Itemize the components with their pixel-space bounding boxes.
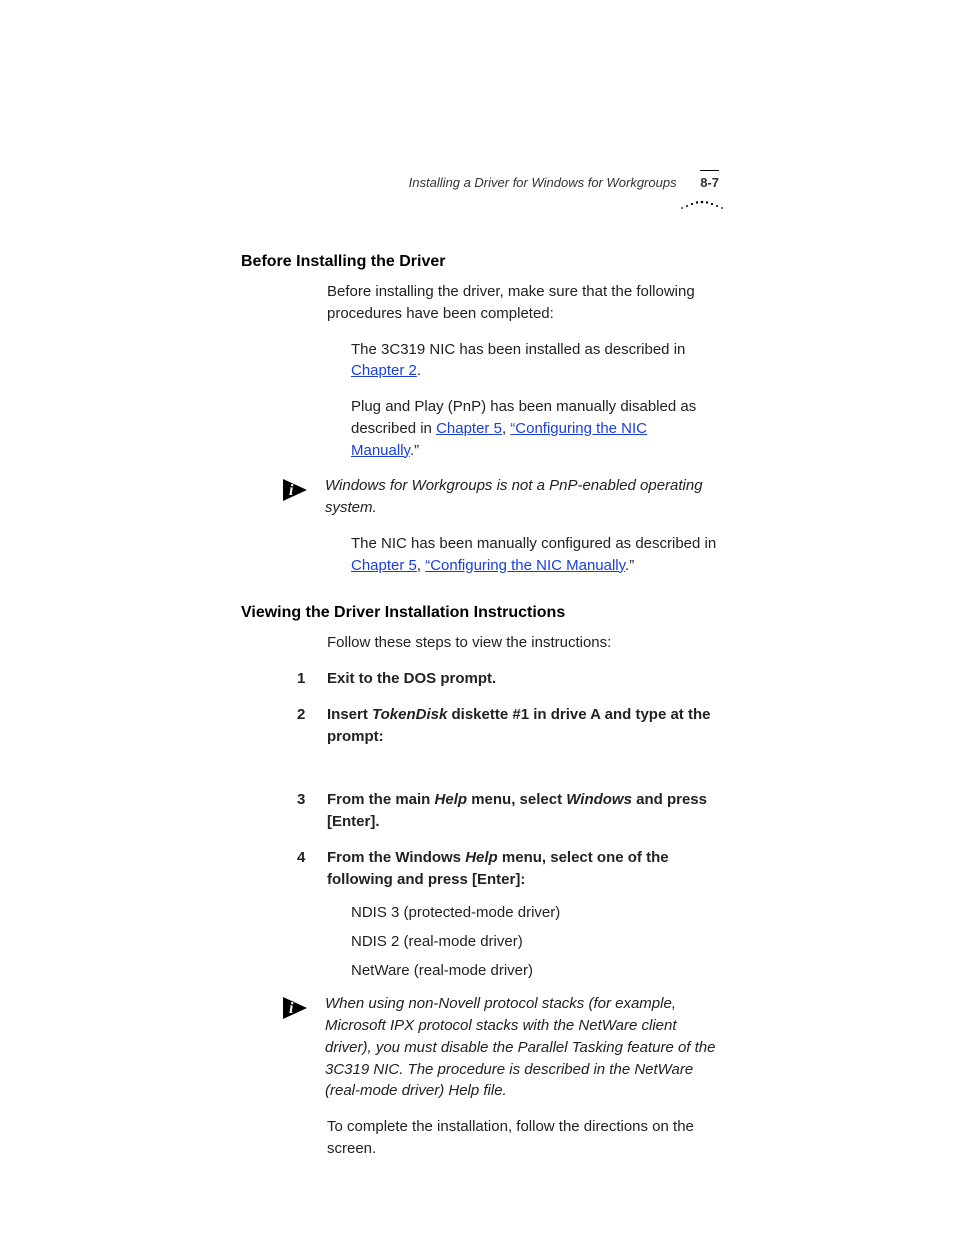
link-chapter-5-a[interactable]: Chapter 5	[436, 420, 502, 437]
running-header: Installing a Driver for Windows for Work…	[409, 170, 719, 190]
running-title: Installing a Driver for Windows for Work…	[409, 175, 677, 190]
step-1: Exit to the DOS prompt.	[297, 668, 719, 690]
prereq-item-3: The NIC has been manually configured as …	[351, 533, 719, 577]
link-chapter-2[interactable]: Chapter 2	[351, 362, 417, 379]
step-3: From the main Help menu, select Windows …	[297, 789, 719, 833]
steps-list: Exit to the DOS prompt. Insert TokenDisk…	[297, 668, 719, 890]
svg-text:i: i	[289, 1000, 294, 1017]
driver-option: NDIS 2 (real-mode driver)	[351, 933, 719, 950]
note-block-2: i When using non-Novell protocol stacks …	[281, 993, 719, 1102]
svg-text:i: i	[289, 482, 294, 499]
driver-option-list: NDIS 3 (protected-mode driver) NDIS 2 (r…	[351, 904, 719, 979]
step-2: Insert TokenDisk diskette #1 in drive A …	[297, 704, 719, 748]
closing-paragraph: To complete the installation, follow the…	[327, 1116, 719, 1160]
prereq-item-2: Plug and Play (PnP) has been manually di…	[351, 396, 719, 461]
note-text-2: When using non-Novell protocol stacks (f…	[325, 993, 719, 1102]
note-block-1: i Windows for Workgroups is not a PnP-en…	[281, 475, 719, 519]
page-number: 8-7	[700, 170, 719, 190]
section2-intro: Follow these steps to view the instructi…	[327, 632, 719, 654]
heading-before-installing: Before Installing the Driver	[241, 253, 719, 271]
info-icon: i	[281, 995, 311, 1021]
section1-intro: Before installing the driver, make sure …	[327, 281, 719, 325]
driver-option: NDIS 3 (protected-mode driver)	[351, 904, 719, 921]
link-chapter-5-b[interactable]: Chapter 5	[351, 557, 417, 574]
note-text-1: Windows for Workgroups is not a PnP-enab…	[325, 475, 719, 519]
driver-option: NetWare (real-mode driver)	[351, 962, 719, 979]
page-content: Installing a Driver for Windows for Work…	[241, 175, 719, 1174]
prereq-item-1: The 3C319 NIC has been installed as desc…	[351, 339, 719, 383]
step-4: From the Windows Help menu, select one o…	[297, 847, 719, 891]
decorative-dots-icon	[679, 197, 725, 211]
link-configuring-nic-b[interactable]: “Configuring the NIC Manually	[425, 557, 625, 574]
info-icon: i	[281, 477, 311, 503]
heading-viewing-instructions: Viewing the Driver Installation Instruct…	[241, 604, 719, 622]
